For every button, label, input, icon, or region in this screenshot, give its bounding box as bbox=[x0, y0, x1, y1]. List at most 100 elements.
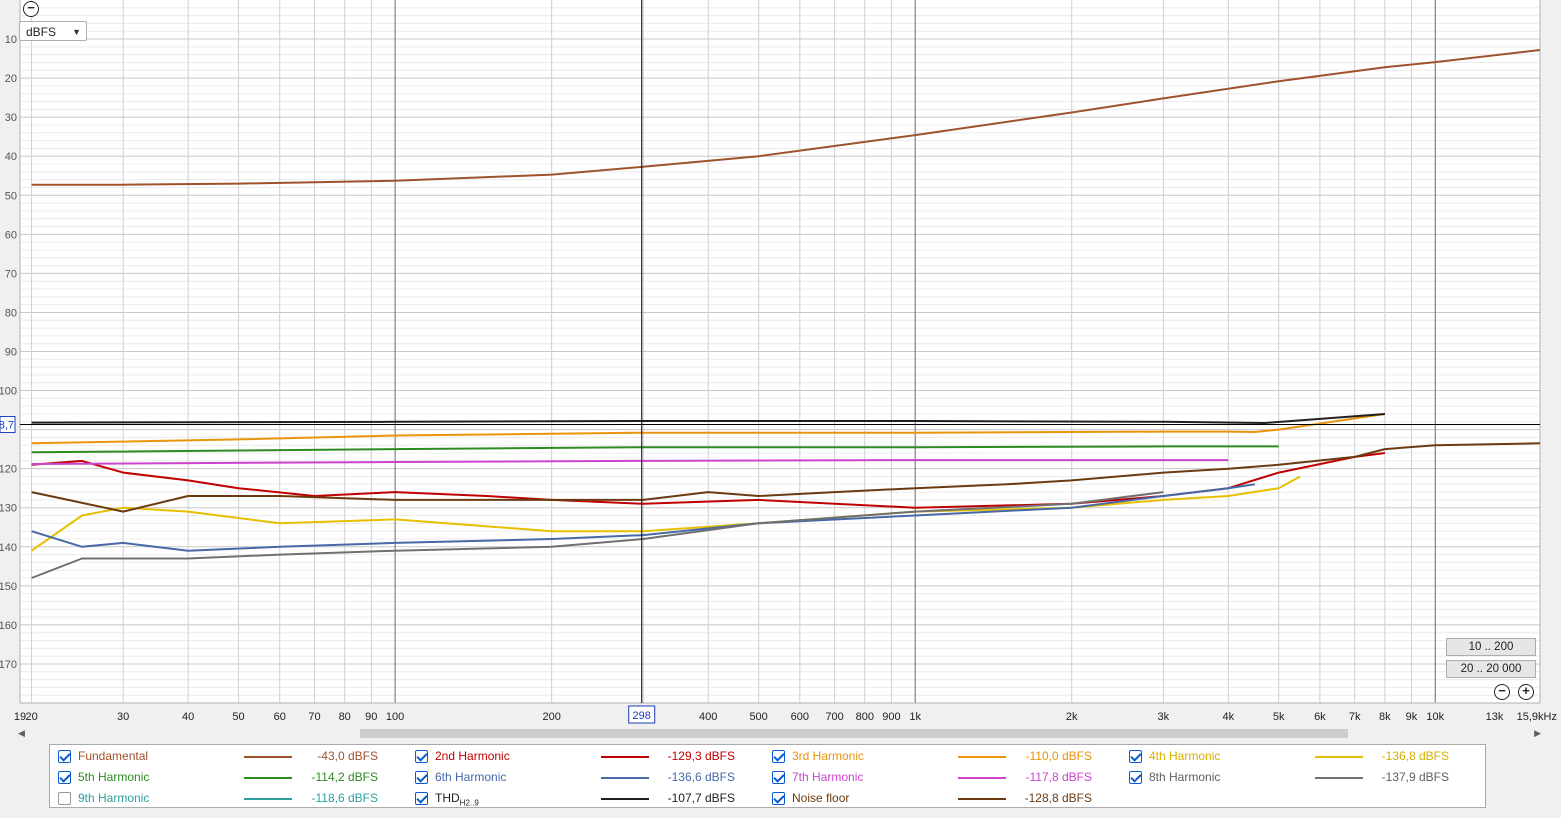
y-tick-label: 20 bbox=[5, 73, 17, 85]
zoom-out-top-icon[interactable]: − bbox=[23, 1, 39, 17]
x-tick-label: 700 bbox=[825, 711, 843, 723]
legend-item-value: -136,8 dBFS bbox=[1381, 749, 1449, 763]
unit-select-value: dBFS bbox=[26, 25, 57, 39]
legend-swatch bbox=[1315, 756, 1363, 758]
legend-item-value: -114,2 dBFS bbox=[311, 770, 378, 784]
scroll-left-icon[interactable]: ◀ bbox=[18, 727, 25, 740]
legend-item-value: -129,3 dBFS bbox=[667, 749, 735, 763]
x-axis-ticks: 19 20 30 40 50 60 70 80 90 100 200 400 500 600 700 800 9… bbox=[14, 711, 1557, 723]
legend-item-value: -110,0 dBFS bbox=[1025, 749, 1092, 763]
x-tick-label: 600 bbox=[791, 711, 809, 723]
unit-select[interactable]: dBFS ▼ bbox=[19, 21, 87, 41]
x-tick-label: 15,9kHz bbox=[1517, 711, 1557, 723]
checkbox-checked-icon[interactable] bbox=[58, 750, 71, 763]
checkbox-checked-icon[interactable] bbox=[415, 792, 428, 805]
y-tick-label: 140 bbox=[0, 542, 17, 554]
x-tick-label: 800 bbox=[856, 711, 874, 723]
checkbox-checked-icon[interactable] bbox=[415, 750, 428, 763]
cursor-y-label: 8,7 bbox=[0, 420, 14, 432]
legend-item-subscript: H2..9 bbox=[459, 798, 479, 808]
zoom-out-icon[interactable]: − bbox=[1494, 684, 1510, 700]
x-tick-label: 100 bbox=[386, 711, 404, 723]
checkbox-checked-icon[interactable] bbox=[1129, 750, 1142, 763]
y-tick-label: 170 bbox=[0, 659, 17, 671]
legend-item[interactable]: 5th Harmonic -114,2 dBFS bbox=[50, 767, 407, 788]
x-tick-label: 60 bbox=[274, 711, 286, 723]
legend-item-label: Noise floor bbox=[792, 791, 850, 805]
y-tick-label: 80 bbox=[5, 307, 17, 319]
legend-item-label: 2nd Harmonic bbox=[435, 749, 510, 763]
legend-swatch bbox=[601, 777, 649, 779]
legend-item-value: -137,9 dBFS bbox=[1381, 770, 1449, 784]
y-tick-label: 10 bbox=[5, 34, 17, 46]
checkbox-checked-icon[interactable] bbox=[772, 750, 785, 763]
y-tick-label: 90 bbox=[5, 347, 17, 359]
x-tick-label: 4k bbox=[1222, 711, 1234, 723]
legend-item-label: 7th Harmonic bbox=[792, 770, 864, 784]
y-tick-label: 70 bbox=[5, 268, 17, 280]
checkbox-checked-icon[interactable] bbox=[415, 771, 428, 784]
legend-item[interactable]: Fundamental -43,0 dBFS bbox=[50, 746, 407, 767]
x-tick-label: 500 bbox=[749, 711, 767, 723]
legend-item-value: -118,6 dBFS bbox=[311, 791, 378, 805]
legend-swatch bbox=[958, 756, 1006, 758]
legend-item-value: -136,6 dBFS bbox=[667, 770, 735, 784]
checkbox-checked-icon[interactable] bbox=[1129, 771, 1142, 784]
x-tick-label: 80 bbox=[339, 711, 351, 723]
x-tick-label: 30 bbox=[117, 711, 129, 723]
scroll-thumb[interactable] bbox=[360, 729, 1348, 738]
x-tick-label: 70 bbox=[308, 711, 320, 723]
legend-swatch bbox=[244, 756, 292, 758]
x-tick-label: 5k bbox=[1273, 711, 1285, 723]
y-tick-label: 40 bbox=[5, 151, 17, 163]
y-tick-label: 100 bbox=[0, 386, 17, 398]
legend-swatch bbox=[1315, 777, 1363, 779]
legend-item[interactable]: THDH2..9 -107,7 dBFS bbox=[407, 788, 764, 809]
range-20-20000-button[interactable]: 20 .. 20 000 bbox=[1446, 660, 1536, 678]
legend-item[interactable]: 4th Harmonic -136,8 dBFS bbox=[1121, 746, 1478, 767]
legend-item-value: -128,8 dBFS bbox=[1024, 791, 1092, 805]
y-tick-label: 50 bbox=[5, 190, 17, 202]
legend-item[interactable]: 7th Harmonic -117,8 dBFS bbox=[764, 767, 1121, 788]
legend-swatch bbox=[958, 798, 1006, 800]
legend-item[interactable]: 2nd Harmonic -129,3 dBFS bbox=[407, 746, 764, 767]
y-tick-label: 120 bbox=[0, 464, 17, 476]
x-tick-label: 10k bbox=[1426, 711, 1444, 723]
x-tick-label: 19 bbox=[14, 711, 26, 723]
x-tick-label: 200 bbox=[542, 711, 560, 723]
legend-item[interactable]: 6th Harmonic -136,6 dBFS bbox=[407, 767, 764, 788]
legend-item[interactable]: 8th Harmonic -137,9 dBFS bbox=[1121, 767, 1478, 788]
bottom-strip bbox=[0, 809, 1561, 818]
legend-swatch bbox=[601, 798, 649, 800]
checkbox-unchecked-icon[interactable] bbox=[58, 792, 71, 805]
legend-item-label: 8th Harmonic bbox=[1149, 770, 1221, 784]
checkbox-checked-icon[interactable] bbox=[58, 771, 71, 784]
scroll-right-icon[interactable]: ▶ bbox=[1534, 727, 1541, 740]
x-tick-label: 400 bbox=[699, 711, 717, 723]
legend-item-label: 4th Harmonic bbox=[1149, 749, 1221, 763]
x-tick-label: 900 bbox=[882, 711, 900, 723]
horizontal-scrollbar[interactable]: ◀ ▶ bbox=[18, 727, 1541, 740]
y-tick-label: 160 bbox=[0, 620, 17, 632]
legend-item-value: -107,7 dBFS bbox=[667, 791, 735, 805]
legend-item[interactable]: 3rd Harmonic -110,0 dBFS bbox=[764, 746, 1121, 767]
legend-item-label: 5th Harmonic bbox=[78, 770, 150, 784]
zoom-in-icon[interactable]: + bbox=[1518, 684, 1534, 700]
thd-chart[interactable]: 298 8,7 10 20 30 40 50 60 70 80 90 100 120 130 140 150… bbox=[0, 0, 1561, 727]
legend-item[interactable]: Noise floor -128,8 dBFS bbox=[764, 788, 1121, 809]
legend-swatch bbox=[958, 777, 1006, 779]
checkbox-checked-icon[interactable] bbox=[772, 771, 785, 784]
x-tick-label: 40 bbox=[182, 711, 194, 723]
y-tick-label: 30 bbox=[5, 112, 17, 124]
x-tick-label: 90 bbox=[365, 711, 377, 723]
checkbox-checked-icon[interactable] bbox=[772, 792, 785, 805]
legend-item[interactable]: 9th Harmonic -118,6 dBFS bbox=[50, 788, 407, 809]
range-10-200-button[interactable]: 10 .. 200 bbox=[1446, 638, 1536, 656]
legend-item-label: 6th Harmonic bbox=[435, 770, 507, 784]
x-tick-label: 20 bbox=[25, 711, 37, 723]
y-axis-ticks: 10 20 30 40 50 60 70 80 90 100 120 130 140 150 160 170 bbox=[0, 34, 17, 671]
legend-swatch bbox=[244, 777, 292, 779]
x-tick-label: 7k bbox=[1349, 711, 1361, 723]
legend-item-label: 9th Harmonic bbox=[78, 791, 150, 805]
y-tick-label: 130 bbox=[0, 503, 17, 515]
